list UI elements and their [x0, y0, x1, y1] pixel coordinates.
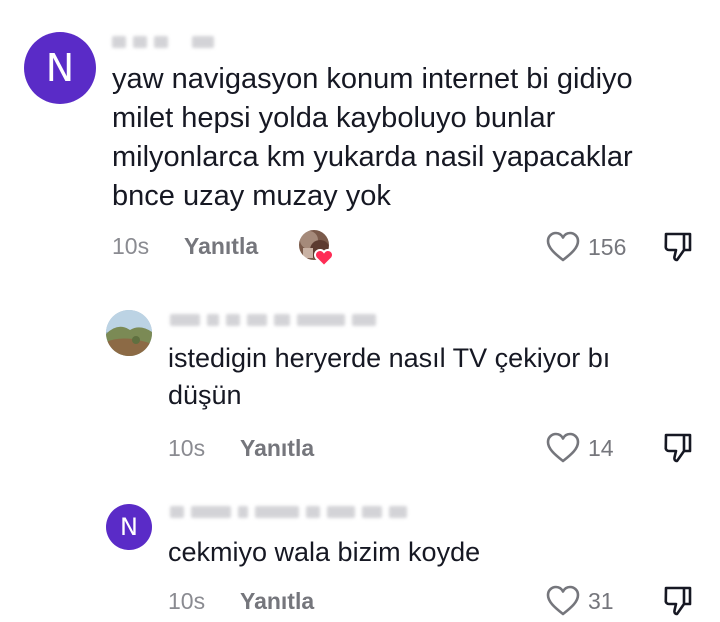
- comment-1: N yaw navigasyon konum internet bi gidiy…: [0, 0, 720, 275]
- heart-outline-icon: [546, 432, 580, 463]
- heart-outline-icon: [546, 231, 580, 262]
- reply-button[interactable]: Yanıtla: [240, 435, 314, 462]
- reply-button[interactable]: Yanıtla: [240, 588, 314, 615]
- comment-2: istedigin heryerde nasıl TV çekiyor bı d…: [0, 290, 720, 480]
- like-button[interactable]: 14: [546, 432, 614, 464]
- username[interactable]: [170, 504, 407, 520]
- like-button[interactable]: 31: [546, 585, 614, 617]
- like-count: 14: [588, 434, 614, 461]
- avatar-letter: N: [45, 46, 75, 90]
- username[interactable]: [170, 312, 376, 328]
- comment-text: cekmiyo wala bizim koyde: [168, 537, 481, 567]
- comment-time: 10s: [168, 435, 206, 461]
- comment-3: N cekmiyo wala bizim koyde 10s Yanıtla 3…: [0, 490, 720, 617]
- comment-time: 10s: [168, 588, 206, 614]
- username[interactable]: [112, 34, 214, 50]
- thumbs-down-icon: [664, 433, 692, 463]
- avatar[interactable]: N: [106, 504, 152, 550]
- comment-text: istedigin heryerde nasıl TV çekiyor bı d…: [168, 343, 611, 410]
- avatar[interactable]: N: [24, 32, 96, 104]
- avatar-letter: N: [120, 513, 138, 541]
- like-button[interactable]: 156: [546, 231, 626, 263]
- like-count: 31: [588, 587, 614, 614]
- comment-text: yaw navigasyon konum internet bi gidiyo …: [112, 63, 633, 212]
- heart-outline-icon: [546, 585, 580, 616]
- like-count: 156: [588, 233, 627, 260]
- heart-filled-icon: [314, 249, 334, 268]
- comment-time: 10s: [112, 233, 150, 259]
- avatar[interactable]: [106, 310, 152, 356]
- creator-liked-badge: [297, 228, 337, 268]
- dislike-button[interactable]: [662, 585, 694, 622]
- thumbs-down-icon: [664, 232, 692, 262]
- thumbs-down-icon: [664, 586, 692, 616]
- dislike-button[interactable]: [662, 432, 694, 469]
- dislike-button[interactable]: [662, 231, 694, 268]
- reply-button[interactable]: Yanıtla: [184, 233, 258, 260]
